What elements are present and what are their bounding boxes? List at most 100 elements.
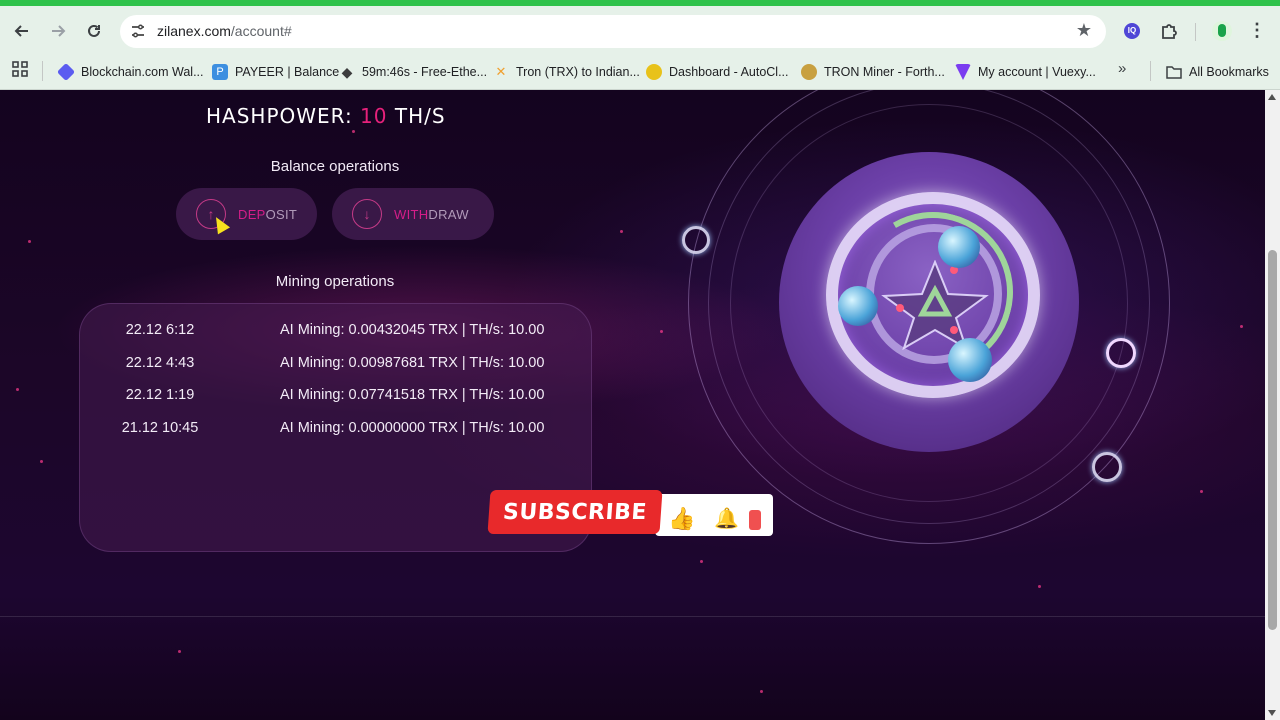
extension-badge-icon[interactable]: IQ [1124,23,1140,39]
bell-notification-icon [749,510,761,530]
bookmark-label: 59m:46s - Free-Ethe... [362,65,488,79]
vuexy-favicon-icon [955,64,971,80]
bell-icon[interactable]: 🔔 [714,506,739,531]
operation-time: 22.12 4:43 [125,355,195,371]
apps-grid-icon[interactable] [12,61,28,77]
particle [660,330,663,333]
particle [28,240,31,243]
ethereum-favicon-icon: ◆ [341,64,353,80]
star-emblem-icon [881,260,989,350]
particle [700,560,703,563]
bookmarks-divider [1150,61,1151,81]
bookmark-label: Dashboard - AutoCl... [669,65,789,79]
withdraw-label-rest: DRAW [428,206,469,222]
blockchain-favicon-icon [56,62,76,82]
arrow-down-icon: ↓ [352,199,382,229]
orbiting-ring-icon [1092,452,1122,482]
autoclaim-favicon-icon [646,64,662,80]
operation-details: AI Mining: 0.00432045 TRX | TH/s: 10.00 [280,322,545,338]
horizon-line [0,616,1265,617]
hashpower-heading: HASHPOWER: 10 TH/S [206,104,446,128]
particle [620,230,623,233]
extensions-button[interactable] [1158,20,1180,42]
hashpower-value: 10 [360,104,388,128]
orbiting-ring-icon [1106,338,1136,368]
operation-time: 21.12 10:45 [121,420,199,436]
star-icon[interactable]: ★ [1076,20,1092,41]
operation-details: AI Mining: 0.00987681 TRX | TH/s: 10.00 [280,355,545,371]
bookmarks-overflow-icon[interactable]: » [1118,60,1126,77]
particle [352,130,355,133]
balance-operations-title: Balance operations [270,158,400,175]
operation-details: AI Mining: 0.00000000 TRX | TH/s: 10.00 [280,420,545,436]
deposit-label-rest: OSIT [265,206,298,222]
bookmark-payeer[interactable]: P PAYEER | Balance [212,60,339,84]
thumbs-up-icon[interactable]: 👍 [668,506,695,532]
scroll-down-arrow-icon[interactable] [1268,710,1276,716]
account-page: HASHPOWER: 10 TH/S Balance operations ↑ … [0,90,1265,720]
bookmark-label: My account | Vuexy... [978,65,1096,79]
kebab-menu-icon[interactable]: ⋮ [1248,20,1266,41]
hashpower-unit: TH/S [387,104,446,128]
glass-sphere [838,286,878,326]
url-path: /account# [230,23,292,39]
folder-icon [1166,66,1182,79]
arrow-right-icon [52,25,66,37]
address-bar[interactable]: zilanex.com/account# ★ [120,15,1106,48]
deposit-button[interactable]: ↑ DEPOSIT [176,188,317,240]
bookmark-label: Blockchain.com Wal... [81,65,204,79]
bookmark-label: TRON Miner - Forth... [824,65,945,79]
tron-miner-favicon-icon [801,64,817,80]
reload-icon [88,24,100,37]
hashpower-label: HASHPOWER: [206,104,361,128]
page-scrollbar[interactable] [1265,90,1280,720]
mining-operations-title: Mining operations [275,273,395,290]
arrow-left-icon [14,25,28,37]
glass-sphere [948,338,992,382]
operation-time: 22.12 6:12 [125,322,195,338]
bookmark-label: Tron (TRX) to Indian... [516,65,640,79]
operation-time: 22.12 1:19 [125,387,195,403]
withdraw-label-highlight: WITH [394,206,429,222]
table-row: 22.12 4:43 AI Mining: 0.00987681 TRX | T… [80,355,593,377]
bookmark-tron-indian[interactable]: ✕ Tron (TRX) to Indian... [493,60,640,84]
back-button[interactable] [10,19,34,43]
deposit-label-highlight: DEP [238,206,266,222]
scrollbar-thumb[interactable] [1268,250,1277,630]
toolbar-divider [1195,23,1196,41]
scroll-up-arrow-icon[interactable] [1268,94,1276,100]
browser-toolbar: zilanex.com/account# ★ IQ ⋮ [0,6,1280,56]
deposit-label: DEPOSIT [238,207,297,222]
reload-button[interactable] [82,19,106,43]
puzzle-icon [1162,24,1177,39]
bookmarks-divider [42,61,43,81]
url-domain: zilanex.com [157,23,231,39]
particle [760,690,763,693]
particle [1240,325,1243,328]
glass-sphere [938,226,980,268]
table-row: 21.12 10:45 AI Mining: 0.00000000 TRX | … [80,420,593,442]
bookmark-vuexy[interactable]: My account | Vuexy... [955,60,1096,84]
exchange-favicon-icon: ✕ [495,64,507,79]
bookmark-tron-miner[interactable]: TRON Miner - Forth... [801,60,945,84]
particle [178,650,181,653]
tune-icon[interactable] [130,23,146,39]
particle [1038,585,1041,588]
profile-avatar[interactable] [1212,21,1232,41]
table-row: 22.12 1:19 AI Mining: 0.07741518 TRX | T… [80,387,593,409]
bookmarks-bar: Blockchain.com Wal... P PAYEER | Balance … [0,56,1280,90]
withdraw-label: WITHDRAW [394,207,469,222]
bookmark-label: PAYEER | Balance [235,65,340,79]
operation-details: AI Mining: 0.07741518 TRX | TH/s: 10.00 [280,387,545,403]
particle [16,388,19,391]
payeer-favicon-icon: P [212,64,228,80]
forward-button[interactable] [46,19,70,43]
subscribe-button[interactable]: SUBSCRIBE [487,490,663,534]
bookmark-autoclaim[interactable]: Dashboard - AutoCl... [646,60,789,84]
table-row: 22.12 6:12 AI Mining: 0.00432045 TRX | T… [80,322,593,344]
bookmark-blockchain[interactable]: Blockchain.com Wal... [56,60,204,84]
all-bookmarks-button[interactable]: All Bookmarks [1166,60,1269,84]
withdraw-button[interactable]: ↓ WITHDRAW [332,188,494,240]
bookmark-free-ethereum[interactable]: ◆ 59m:46s - Free-Ethe... [339,60,487,84]
particle [40,460,43,463]
